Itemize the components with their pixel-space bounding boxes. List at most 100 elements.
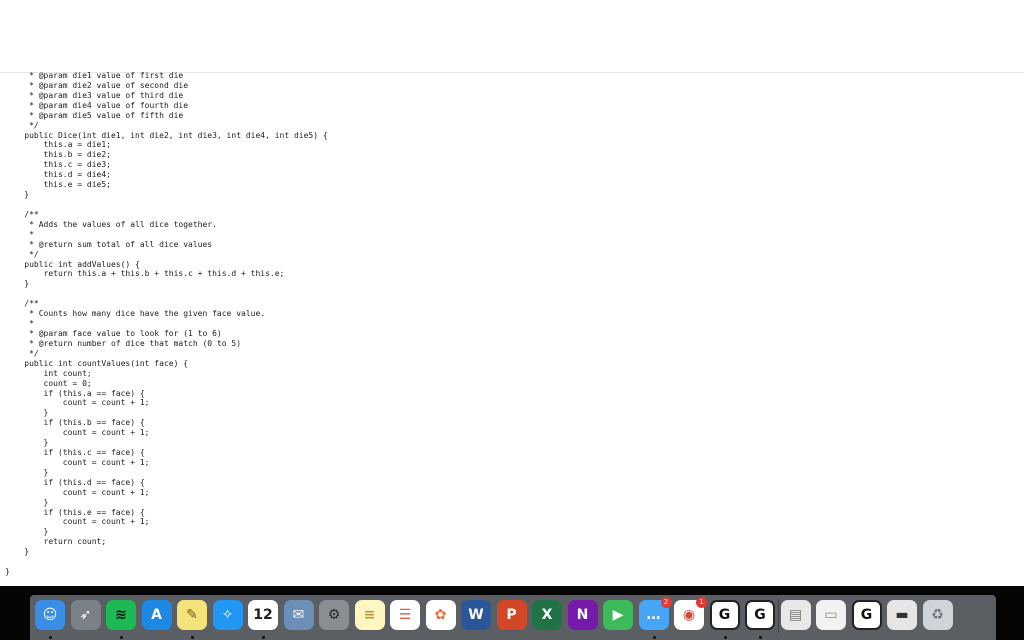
code-line: count = count + 1; — [5, 517, 150, 527]
code-line: * @return sum total of all dice values — [5, 239, 213, 249]
reminders-glyph: ☰ — [398, 607, 412, 623]
photos-icon[interactable]: ✿ — [425, 600, 456, 630]
code-line: if (this.b == face) { — [5, 418, 145, 428]
chrome-app-icon[interactable]: ▭ — [816, 600, 846, 630]
code-text[interactable]: * @param die1 value of first die * @para… — [5, 71, 328, 577]
running-indicator — [652, 636, 656, 639]
code-line: count = count + 1; — [5, 487, 150, 497]
document-glyph: ▤ — [788, 607, 803, 623]
finder-icon[interactable]: ☺ — [35, 600, 65, 630]
code-line: int count; — [5, 368, 92, 378]
grammarly-2-glyph: G — [754, 607, 766, 623]
code-line: } — [5, 497, 49, 507]
code-line: this.e = die5; — [5, 180, 111, 190]
code-line: * Adds the values of all dice together. — [5, 219, 217, 229]
trash-icon[interactable]: ♻ — [922, 600, 953, 630]
system-preferences-icon[interactable]: ⚙ — [319, 600, 349, 630]
safari-glyph: ✧ — [221, 607, 234, 623]
code-line: */ — [5, 249, 39, 259]
code-line: return this.a + this.b + this.c + this.d… — [5, 269, 285, 279]
code-line: * @param face value to look for (1 to 6) — [5, 328, 222, 338]
running-indicator — [262, 636, 265, 639]
code-line: * @param die2 value of second die — [5, 80, 189, 90]
chrome-app-glyph: ▭ — [824, 607, 838, 623]
grammarly-3-icon[interactable]: G — [851, 600, 882, 630]
finder-glyph: ☺ — [42, 607, 58, 623]
code-line: * @param die5 value of fifth die — [5, 110, 184, 120]
photos-glyph: ✿ — [434, 607, 447, 623]
system-preferences-glyph: ⚙ — [327, 607, 341, 623]
preview-icon[interactable]: ✉ — [283, 600, 314, 630]
safari-icon[interactable]: ✧ — [212, 600, 243, 630]
facetime-icon[interactable]: ▶ — [603, 600, 633, 630]
code-line: } — [5, 438, 49, 448]
code-line: count = count + 1; — [5, 428, 150, 438]
notes-icon[interactable]: ≡ — [354, 600, 385, 630]
code-line: * @return number of dice that match (0 t… — [5, 338, 242, 348]
preview-glyph: ✉ — [292, 607, 305, 623]
code-line: } — [5, 467, 49, 477]
app-store-icon[interactable]: A — [141, 600, 172, 630]
app-store-glyph: A — [151, 607, 162, 623]
code-line: if (this.e == face) { — [5, 507, 145, 517]
messages-glyph: … — [646, 607, 661, 623]
printer-glyph: ▬ — [895, 607, 909, 623]
code-line: this.b = die2; — [5, 150, 111, 160]
code-editor[interactable]: * @param die1 value of first die * @para… — [0, 0, 1024, 586]
calendar-glyph: 12 — [253, 607, 273, 623]
code-line: * @param die1 value of first die — [5, 71, 184, 80]
code-line: count = count + 1; — [5, 457, 150, 467]
chrome-glyph: ◉ — [682, 607, 696, 623]
code-line: } — [5, 279, 30, 289]
code-line: } — [5, 567, 10, 577]
notes-glyph: ≡ — [363, 607, 376, 623]
launchpad-glyph: ➶ — [79, 607, 92, 623]
grammarly-icon[interactable]: G — [709, 600, 740, 630]
grammarly-2-icon[interactable]: G — [745, 600, 775, 630]
powerpoint-icon[interactable]: P — [496, 600, 527, 630]
spotify-icon[interactable]: ≋ — [106, 600, 136, 630]
messages-icon[interactable]: … 2 — [638, 597, 672, 630]
code-line: return count; — [5, 537, 107, 547]
spotify-glyph: ≋ — [115, 607, 127, 623]
running-indicator — [191, 636, 194, 639]
code-line: this.a = die1; — [5, 140, 111, 150]
word-glyph: W — [468, 607, 484, 623]
stickies-icon[interactable]: ✎ — [177, 600, 207, 630]
code-line: */ — [5, 348, 39, 358]
excel-icon[interactable]: X — [532, 600, 562, 630]
notification-badge: 1 — [696, 597, 707, 608]
code-line: count = 0; — [5, 378, 92, 388]
reminders-icon[interactable]: ☰ — [390, 600, 420, 630]
dock: ☺ ➶ ≋ A ✎ ✧ 12 ✉ ⚙ ≡ ☰ ✿ W P X N ▶… 2 ◉ 1 G G ▤ ▭ G ▬ ♻ — [30, 595, 996, 640]
code-line: * @param die4 value of fourth die — [5, 100, 189, 110]
grammarly-3-glyph: G — [860, 607, 873, 623]
excel-glyph: X — [541, 607, 553, 623]
trash-glyph: ♻ — [931, 607, 944, 623]
code-line: if (this.a == face) { — [5, 388, 145, 398]
code-line: } — [5, 408, 49, 418]
code-line: this.c = die3; — [5, 160, 111, 170]
powerpoint-glyph: P — [506, 607, 517, 623]
onenote-glyph: N — [576, 607, 589, 623]
onenote-icon[interactable]: N — [567, 600, 598, 630]
running-indicator — [49, 636, 52, 639]
code-line: * — [5, 319, 34, 329]
calendar-icon[interactable]: 12 — [248, 600, 278, 630]
code-line: } — [5, 527, 49, 537]
launchpad-icon[interactable]: ➶ — [70, 600, 101, 630]
code-line: /** — [5, 209, 39, 219]
code-line: public int countValues(int face) { — [5, 358, 189, 368]
facetime-glyph: ▶ — [612, 607, 624, 623]
printer-icon[interactable]: ▬ — [887, 600, 917, 630]
running-indicator — [759, 636, 762, 639]
word-icon[interactable]: W — [461, 600, 491, 630]
code-line: * — [5, 229, 34, 239]
code-line: * @param die3 value of third die — [5, 90, 184, 100]
stickies-glyph: ✎ — [186, 607, 198, 623]
code-line: */ — [5, 120, 39, 130]
chrome-icon[interactable]: ◉ 1 — [674, 597, 707, 630]
document-icon[interactable]: ▤ — [780, 600, 811, 630]
